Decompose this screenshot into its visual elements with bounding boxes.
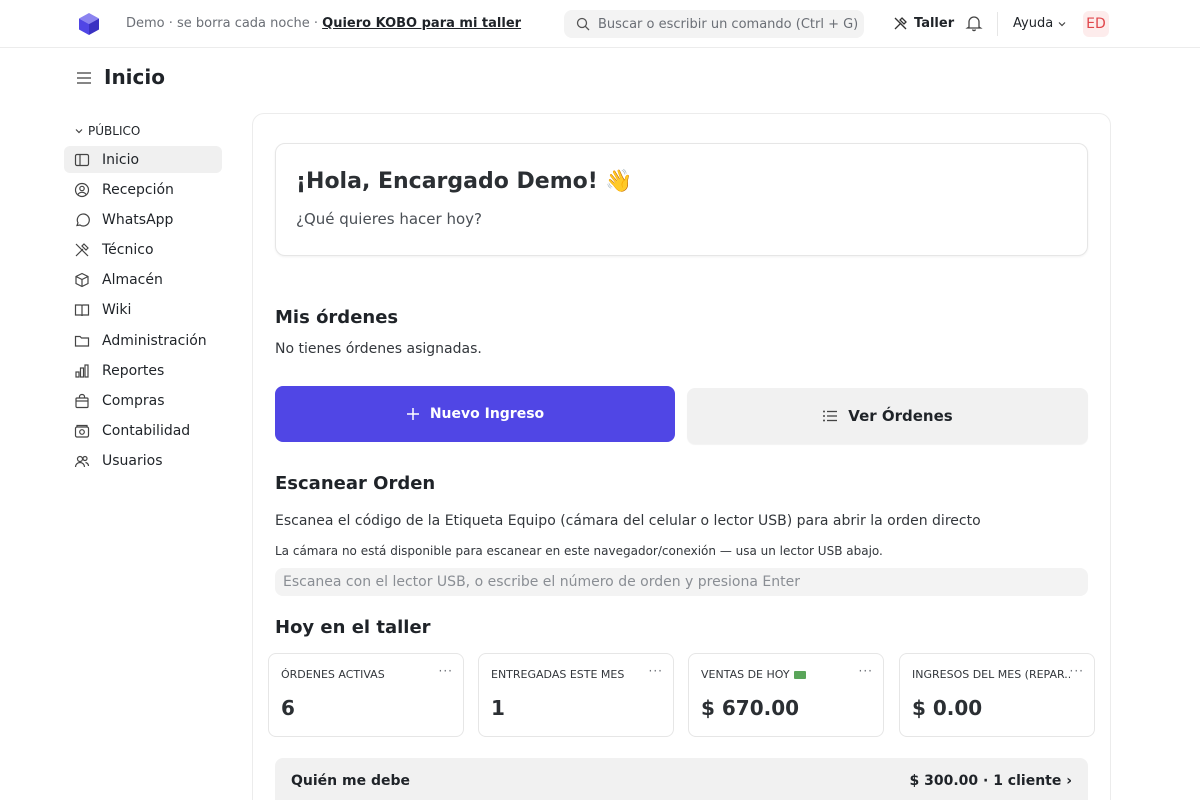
stat-card-sales-today[interactable]: VENTAS DE HOY ··· $ 670.00 bbox=[688, 653, 884, 737]
sidebar-section-header[interactable]: PÚBLICO bbox=[74, 124, 140, 138]
sidebar-item-label: Contabilidad bbox=[102, 423, 191, 440]
sidebar-nav: Inicio Recepción WhatsApp Técnico Almacé… bbox=[64, 146, 222, 478]
greeting-card: ¡Hola, Encargado Demo! 👋 ¿Qué quieres ha… bbox=[275, 143, 1088, 256]
money-icon bbox=[793, 670, 806, 679]
bar-chart-icon bbox=[75, 364, 89, 378]
more-options-icon[interactable]: ··· bbox=[1070, 664, 1084, 678]
tools-icon bbox=[894, 16, 907, 29]
taller-button[interactable]: Taller bbox=[893, 13, 954, 33]
sidebar-item-label: Inicio bbox=[102, 151, 140, 168]
stat-label: INGRESOS DEL MES (REPAR... bbox=[912, 668, 1070, 681]
sidebar-item-administracion[interactable]: Administración bbox=[64, 327, 222, 354]
stat-label: ÓRDENES ACTIVAS bbox=[281, 668, 439, 681]
sidebar-item-label: Compras bbox=[102, 393, 165, 409]
view-orders-label: Ver Órdenes bbox=[848, 407, 953, 425]
kobo-logo-icon[interactable] bbox=[78, 12, 100, 36]
search-input[interactable] bbox=[598, 10, 860, 38]
who-owes-me-title: Quién me debe bbox=[291, 773, 410, 789]
more-options-icon[interactable]: ··· bbox=[439, 664, 453, 678]
top-bar: Demo · se borra cada noche · Quiero KOBO… bbox=[0, 0, 1200, 48]
stat-value: 1 bbox=[491, 696, 505, 720]
chat-bubble-icon bbox=[76, 213, 90, 227]
sidebar-layout-icon bbox=[74, 153, 90, 166]
my-orders-heading: Mis órdenes bbox=[275, 307, 399, 328]
command-search[interactable] bbox=[564, 10, 864, 38]
sidebar-item-inicio[interactable]: Inicio bbox=[64, 146, 222, 173]
list-icon bbox=[823, 410, 838, 422]
stat-label: VENTAS DE HOY bbox=[701, 668, 859, 681]
cash-icon bbox=[74, 425, 90, 438]
who-owes-me-card[interactable]: Quién me debe $ 300.00 · 1 cliente › bbox=[275, 758, 1088, 800]
plus-icon bbox=[406, 408, 419, 420]
new-intake-button[interactable]: Nuevo Ingreso bbox=[275, 386, 675, 442]
help-label: Ayuda bbox=[1013, 16, 1054, 31]
sidebar-item-label: Técnico bbox=[102, 242, 154, 259]
shopping-bag-icon bbox=[75, 393, 89, 409]
sidebar-item-label: WhatsApp bbox=[102, 211, 174, 228]
sidebar-item-compras[interactable]: Compras bbox=[64, 388, 222, 415]
stat-card-income-month[interactable]: INGRESOS DEL MES (REPAR... ··· $ 0.00 bbox=[899, 653, 1095, 737]
chevron-down-icon bbox=[1058, 21, 1066, 26]
book-icon bbox=[74, 304, 90, 317]
tools-icon bbox=[75, 243, 89, 257]
sidebar-item-label: Usuarios bbox=[102, 453, 163, 470]
sidebar-item-label: Reportes bbox=[102, 362, 165, 379]
stat-label: ENTREGADAS ESTE MES bbox=[491, 668, 649, 681]
bell-icon[interactable] bbox=[965, 14, 983, 32]
greeting-subtitle: ¿Qué quieres hacer hoy? bbox=[296, 210, 482, 228]
stat-card-active-orders[interactable]: ÓRDENES ACTIVAS ··· 6 bbox=[268, 653, 464, 737]
stat-label-text: VENTAS DE HOY bbox=[701, 668, 790, 681]
today-heading: Hoy en el taller bbox=[275, 617, 431, 638]
scan-order-input[interactable] bbox=[275, 568, 1088, 596]
sidebar-item-recepcion[interactable]: Recepción bbox=[64, 176, 222, 203]
sidebar-item-label: Administración bbox=[102, 332, 207, 349]
sidebar-item-contabilidad[interactable]: Contabilidad bbox=[64, 418, 222, 445]
my-orders-empty: No tienes órdenes asignadas. bbox=[275, 341, 482, 357]
page-title: Inicio bbox=[104, 65, 165, 89]
divider bbox=[997, 12, 998, 36]
sidebar-item-reportes[interactable]: Reportes bbox=[64, 357, 222, 384]
menu-icon[interactable] bbox=[76, 70, 92, 86]
sidebar-item-usuarios[interactable]: Usuarios bbox=[64, 448, 222, 475]
scan-order-heading: Escanear Orden bbox=[275, 473, 436, 494]
stat-value: 6 bbox=[281, 696, 295, 720]
who-owes-me-amount[interactable]: $ 300.00 · 1 cliente › bbox=[909, 773, 1072, 789]
greeting-title: ¡Hola, Encargado Demo! 👋 bbox=[296, 169, 633, 194]
package-icon bbox=[75, 273, 89, 288]
stat-card-delivered-month[interactable]: ENTREGADAS ESTE MES ··· 1 bbox=[478, 653, 674, 737]
new-intake-label: Nuevo Ingreso bbox=[429, 406, 545, 422]
stat-label-text: INGRESOS DEL MES (REPAR... bbox=[912, 668, 1070, 681]
camera-unavailable-note: La cámara no está disponible para escane… bbox=[275, 544, 883, 558]
demo-notice-text: Demo · se borra cada noche · bbox=[126, 16, 318, 31]
sidebar-item-label: Recepción bbox=[102, 181, 174, 198]
user-circle-icon bbox=[74, 182, 90, 197]
search-icon bbox=[576, 17, 590, 31]
more-options-icon[interactable]: ··· bbox=[649, 664, 663, 678]
view-orders-button[interactable]: Ver Órdenes bbox=[687, 388, 1088, 444]
stat-label-text: ÓRDENES ACTIVAS bbox=[281, 668, 385, 681]
avatar[interactable]: ED bbox=[1083, 11, 1109, 37]
stat-value: $ 0.00 bbox=[912, 696, 983, 720]
sidebar-item-whatsapp[interactable]: WhatsApp bbox=[64, 206, 222, 233]
sidebar-item-almacen[interactable]: Almacén bbox=[64, 267, 222, 294]
taller-label: Taller bbox=[914, 15, 955, 31]
more-options-icon[interactable]: ··· bbox=[859, 664, 873, 678]
users-icon bbox=[74, 456, 90, 468]
demo-notice: Demo · se borra cada noche · Quiero KOBO… bbox=[126, 16, 521, 31]
folder-icon bbox=[74, 335, 90, 347]
sidebar-item-tecnico[interactable]: Técnico bbox=[64, 237, 222, 264]
help-menu[interactable]: Ayuda bbox=[1013, 16, 1067, 31]
sidebar-item-label: Almacén bbox=[102, 272, 163, 289]
sidebar-section-label: PÚBLICO bbox=[88, 124, 141, 138]
sidebar-item-wiki[interactable]: Wiki bbox=[64, 297, 222, 324]
get-kobo-link[interactable]: Quiero KOBO para mi taller bbox=[322, 16, 521, 31]
stat-value: $ 670.00 bbox=[701, 696, 800, 720]
scan-description: Escanea el código de la Etiqueta Equipo … bbox=[275, 513, 981, 529]
stat-label-text: ENTREGADAS ESTE MES bbox=[491, 668, 625, 681]
sidebar-item-label: Wiki bbox=[102, 302, 132, 319]
chevron-down-icon bbox=[75, 129, 83, 134]
